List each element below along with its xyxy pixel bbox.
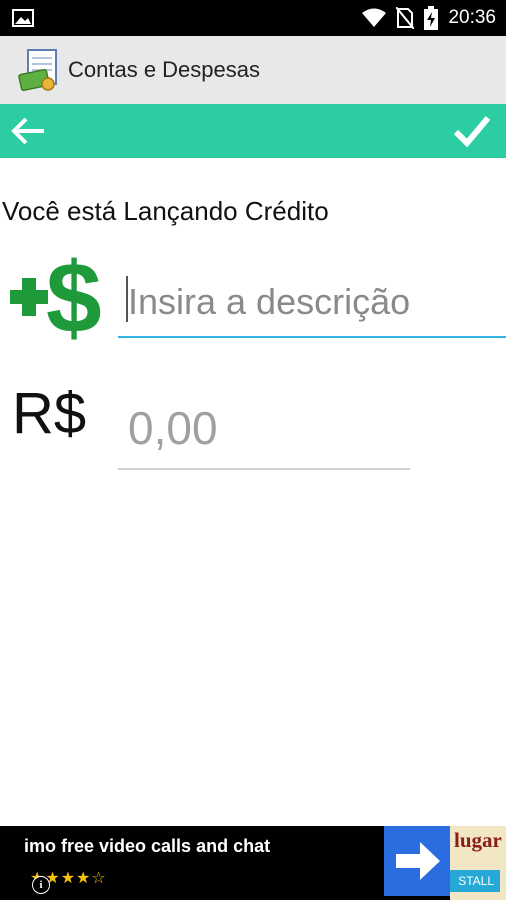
image-notification-icon [12, 9, 34, 27]
ad-open-button[interactable] [384, 826, 450, 896]
arrow-left-icon [11, 117, 44, 145]
text-cursor [126, 276, 128, 322]
ad-title: imo free video calls and chat [24, 836, 271, 856]
entry-mode-label: Você está Lançando Crédito [2, 196, 329, 226]
amount-input[interactable] [118, 388, 410, 470]
confirm-button[interactable] [452, 112, 492, 150]
no-sim-icon [396, 7, 415, 29]
ledger-money-icon [18, 49, 57, 92]
app-title-bar: Contas e Despesas [0, 36, 506, 104]
currency-symbol: R$ [12, 381, 87, 446]
action-toolbar [0, 104, 506, 158]
ad-side-panel: lugar STALL [450, 826, 506, 900]
status-time: 20:36 [448, 7, 496, 28]
ad-install-button[interactable]: STALL [450, 870, 500, 892]
plus-dollar-icon: $ [10, 244, 102, 344]
wifi-icon [362, 8, 387, 27]
ad-banner[interactable]: imo free video calls and chat ★★★★☆ i lu… [0, 826, 506, 900]
app-title: Contas e Despesas [68, 57, 260, 82]
status-bar: 20:36 [0, 0, 506, 36]
ad-info-icon[interactable]: i [32, 876, 50, 894]
checkmark-icon [453, 116, 491, 148]
svg-text:$: $ [46, 244, 102, 344]
back-button[interactable] [6, 112, 50, 150]
battery-charging-icon [424, 6, 439, 30]
ad-brand: lugar [454, 828, 502, 852]
arrow-right-icon [396, 842, 440, 880]
status-icons: 20:36 [362, 6, 496, 30]
description-input[interactable] [118, 268, 506, 338]
